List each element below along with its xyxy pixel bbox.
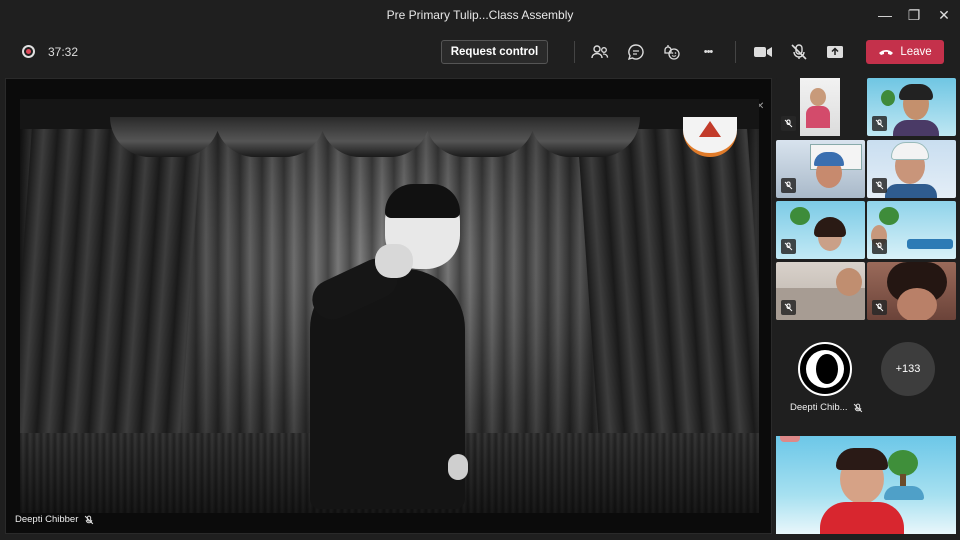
participant-hair <box>814 217 846 237</box>
mic-muted-icon <box>784 242 793 251</box>
microphone-button[interactable] <box>787 40 811 64</box>
participant-mic-muted <box>781 116 796 131</box>
title-bar: Pre Primary Tulip...Class Assembly — ❐ ✕ <box>0 0 960 30</box>
mic-muted-icon <box>784 303 793 312</box>
presenter-name: Deepti Chibber <box>15 514 79 525</box>
leave-label: Leave <box>900 46 932 58</box>
meeting-toolbar: 37:32 Request control ••• Leave <box>0 30 960 74</box>
participant-tile[interactable] <box>867 78 956 136</box>
participant-tile[interactable] <box>776 140 865 198</box>
mic-muted-icon <box>784 119 793 128</box>
mic-muted-icon <box>791 44 807 60</box>
shared-content-stage: — ❐ ✕ Deepti Chibber <box>5 78 772 534</box>
performer-gloved-hand <box>448 454 468 480</box>
participant-clothing <box>885 184 937 198</box>
participant-tile[interactable] <box>867 201 956 259</box>
participant-tile[interactable] <box>867 262 956 320</box>
participant-hair <box>836 448 888 470</box>
tree-decoration <box>888 450 918 476</box>
participant-face <box>897 288 937 320</box>
participant-hat <box>814 152 844 166</box>
participant-hair <box>899 84 933 100</box>
mic-muted-icon <box>784 181 793 190</box>
toolbar-divider <box>574 41 575 63</box>
performer-gloved-hand <box>375 244 413 278</box>
chat-icon <box>627 44 644 61</box>
mic-muted-icon <box>875 242 884 251</box>
meeting-timer: 37:32 <box>48 45 79 59</box>
more-options-button[interactable]: ••• <box>696 40 720 64</box>
toolbar-divider <box>735 41 736 63</box>
tile-decoration <box>780 436 800 442</box>
window-title: Pre Primary Tulip...Class Assembly <box>386 8 574 22</box>
self-view-tile[interactable] <box>776 436 956 534</box>
mic-muted-icon <box>853 403 862 412</box>
participant-mic-muted <box>872 116 887 131</box>
participant-clothing <box>820 502 904 534</box>
participant-face <box>836 268 862 296</box>
chat-button[interactable] <box>624 40 648 64</box>
performer-hair <box>385 184 460 218</box>
participant-mic-muted <box>872 178 887 193</box>
mime-performance-video <box>20 99 759 513</box>
leave-button[interactable]: Leave <box>866 40 944 64</box>
participant-clothing <box>806 106 830 128</box>
presenter-name-tag: Deepti Chibber <box>15 514 94 525</box>
participant-mic-muted <box>781 239 796 254</box>
mic-muted-icon <box>875 119 884 128</box>
avatar-name: Deepti Chib... <box>790 402 848 413</box>
camera-button[interactable] <box>751 40 775 64</box>
participant-avatar-row: +133 Deepti Chib... <box>776 330 956 430</box>
tree-decoration <box>879 207 899 225</box>
avatar-name-tag: Deepti Chib... <box>790 402 863 413</box>
recording-indicator-icon <box>22 45 35 58</box>
people-icon <box>591 45 609 59</box>
participant-tile[interactable] <box>776 201 865 259</box>
left-curtain <box>20 119 203 479</box>
mic-muted-icon <box>85 515 94 524</box>
mic-muted-icon <box>875 181 884 190</box>
right-curtain <box>576 119 759 479</box>
people-button[interactable] <box>588 40 612 64</box>
participant-face <box>810 88 826 106</box>
reactions-icon <box>664 45 680 60</box>
tree-decoration <box>790 207 810 225</box>
share-screen-button[interactable] <box>823 40 847 64</box>
minimize-button[interactable]: — <box>869 0 901 30</box>
participant-hat <box>891 142 929 160</box>
more-participants-button[interactable]: +133 <box>881 342 935 396</box>
participant-clothing <box>893 120 939 136</box>
participant-tile[interactable] <box>776 78 865 136</box>
share-screen-icon <box>827 46 843 58</box>
participant-avatar[interactable] <box>798 342 852 396</box>
mic-muted-icon <box>875 303 884 312</box>
phone-icon <box>879 50 894 55</box>
participant-mic-muted <box>781 300 796 315</box>
tree-decoration <box>881 90 895 106</box>
request-control-button[interactable]: Request control <box>441 40 548 64</box>
maximize-button[interactable]: ❐ <box>898 0 930 30</box>
participant-tile[interactable] <box>867 140 956 198</box>
participant-mic-muted <box>872 239 887 254</box>
water-banner <box>907 239 953 249</box>
globe-decoration <box>884 486 924 500</box>
participant-mic-muted <box>781 178 796 193</box>
reactions-button[interactable] <box>660 40 684 64</box>
participant-tile[interactable] <box>776 262 865 320</box>
close-window-button[interactable]: ✕ <box>928 0 960 30</box>
participant-mic-muted <box>872 300 887 315</box>
camera-icon <box>754 47 772 57</box>
